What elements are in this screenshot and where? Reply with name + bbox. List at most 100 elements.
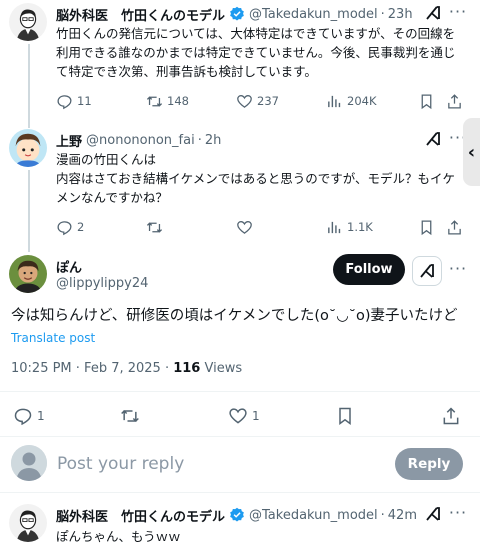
bookmark-button[interactable]	[335, 404, 359, 428]
follow-button[interactable]: Follow	[333, 254, 405, 285]
tweet-time[interactable]: 2h	[205, 133, 222, 148]
tweet-time[interactable]: 23h	[388, 7, 413, 22]
tweet-text: 竹田くんの発信元については、大体特定はできていますが、その回線を利用できる誰なの…	[56, 26, 456, 79]
share-icon	[448, 219, 461, 235]
author-handle[interactable]: @nonononon_fai	[86, 133, 195, 148]
bookmark-button[interactable]	[418, 90, 439, 112]
avatar[interactable]	[9, 255, 47, 293]
avatar-illustration-icon	[9, 3, 47, 41]
repost-icon	[121, 409, 139, 423]
grok-icon[interactable]	[424, 4, 442, 22]
author-name[interactable]: 上野	[56, 131, 82, 150]
avatar-character-icon	[9, 129, 47, 167]
share-icon	[443, 407, 459, 425]
tweet-3[interactable]: 脳外科医 竹田くんのモデル @Takedakun_model · 42m ···…	[0, 504, 480, 550]
views-button[interactable]: 1.1K	[326, 216, 373, 238]
avatar[interactable]	[9, 3, 47, 41]
verified-icon	[230, 6, 244, 21]
grok-icon[interactable]	[424, 130, 442, 148]
bookmark-icon	[421, 93, 432, 109]
author-handle[interactable]: @Takedakun_model	[249, 508, 378, 523]
repost-icon	[146, 95, 163, 107]
more-icon[interactable]: ···	[448, 260, 468, 280]
tweet-text: 漫画の竹田くんは 内容はさておき結構イケメンではあると思うのですが、モデル？もイ…	[56, 150, 466, 207]
divider	[0, 436, 480, 437]
reply-count: 2	[77, 220, 85, 234]
focused-tweet-text: 今は知らんけど、研修医の頃はイケメンでした(o˘◡˘o)妻子いたけど	[11, 308, 458, 324]
share-button[interactable]	[446, 216, 467, 238]
reply-icon	[57, 220, 72, 235]
like-icon	[229, 408, 247, 424]
tweet-actions: 2 1.1K	[56, 216, 466, 238]
more-icon[interactable]: ···	[448, 504, 468, 524]
reply-button[interactable]: 11	[56, 90, 92, 112]
tweet-1[interactable]: 脳外科医 竹田くんのモデル @Takedakun_model · 23h ···…	[0, 3, 480, 113]
views-count: 1.1K	[347, 220, 373, 234]
grok-icon	[420, 264, 434, 278]
divider	[0, 492, 480, 493]
like-count: 1	[252, 409, 260, 423]
author-name[interactable]: ぽん	[56, 257, 82, 276]
translate-link[interactable]: Translate post	[11, 331, 95, 345]
my-avatar[interactable]	[11, 445, 47, 481]
grok-button[interactable]	[412, 256, 442, 286]
tweet-actions: 11 148 237 204K	[56, 90, 466, 112]
tweet-header: 脳外科医 竹田くんのモデル @Takedakun_model · 42m	[56, 506, 417, 525]
share-button[interactable]	[446, 90, 467, 112]
reply-button[interactable]: 2	[56, 216, 84, 238]
tweet-header: 脳外科医 竹田くんのモデル @Takedakun_model · 23h	[56, 5, 413, 24]
grok-icon[interactable]	[424, 505, 442, 523]
like-button[interactable]: 1	[228, 404, 260, 428]
repost-icon	[146, 221, 163, 233]
tweet-text: ぽんちゃん、もうｗｗ	[56, 529, 181, 544]
avatar-photo-icon	[9, 255, 47, 293]
like-button[interactable]	[236, 216, 257, 238]
reply-icon	[57, 94, 72, 109]
views-number: 116	[173, 361, 201, 376]
views-label: Views	[200, 361, 243, 376]
tweet-time[interactable]: 42m	[388, 508, 417, 523]
author-handle[interactable]: @lippylippy24	[56, 276, 148, 291]
reply-input[interactable]: Post your reply	[57, 454, 184, 474]
views-count: 204K	[347, 94, 377, 108]
avatar[interactable]	[9, 504, 47, 542]
reply-count: 1	[37, 409, 45, 423]
like-icon	[237, 94, 252, 108]
avatar-illustration-icon	[9, 504, 47, 542]
bookmark-icon	[421, 219, 432, 235]
tweet-text-line: 漫画の竹田くんは	[56, 152, 157, 167]
reply-icon	[14, 408, 32, 426]
share-icon	[448, 93, 461, 109]
repost-button[interactable]	[120, 404, 144, 428]
more-icon[interactable]: ···	[448, 3, 468, 23]
tweet-meta: 10:25 PM · Feb 7, 2025 · 116 Views	[11, 361, 242, 376]
reply-button[interactable]: 1	[13, 404, 45, 428]
share-button[interactable]	[441, 404, 465, 428]
chevron-left-icon[interactable]: ‹	[463, 118, 480, 186]
views-icon	[328, 221, 341, 233]
like-icon	[237, 220, 252, 234]
timestamp[interactable]: 10:25 PM · Feb 7, 2025 ·	[11, 361, 173, 376]
like-button[interactable]: 237	[236, 90, 279, 112]
repost-button[interactable]	[146, 216, 167, 238]
author-name[interactable]: 脳外科医 竹田くんのモデル	[56, 5, 225, 24]
default-avatar-icon	[11, 445, 47, 481]
bookmark-icon	[339, 407, 351, 425]
bookmark-button[interactable]	[418, 216, 439, 238]
tweet-2[interactable]: 上野 @nonononon_fai · 2h ··· 漫画の竹田くんは 内容はさ…	[0, 129, 480, 239]
author-name[interactable]: 脳外科医 竹田くんのモデル	[56, 506, 225, 525]
reply-submit-button[interactable]: Reply	[395, 448, 463, 480]
verified-icon	[230, 507, 244, 522]
reply-count: 11	[77, 94, 92, 108]
divider	[0, 391, 480, 392]
tweet-text-line: 内容はさておき結構イケメンではあると思うのですが、モデル？もイケメンなんですかね…	[56, 171, 456, 205]
repost-button[interactable]: 148	[146, 90, 189, 112]
avatar[interactable]	[9, 129, 47, 167]
author-handle[interactable]: @Takedakun_model	[249, 7, 378, 22]
focused-actions: 1 1	[0, 404, 480, 428]
like-count: 237	[257, 94, 279, 108]
tweet-header: 上野 @nonononon_fai · 2h	[56, 131, 222, 150]
views-button[interactable]: 204K	[326, 90, 377, 112]
repost-count: 148	[167, 94, 189, 108]
views-icon	[328, 95, 341, 107]
